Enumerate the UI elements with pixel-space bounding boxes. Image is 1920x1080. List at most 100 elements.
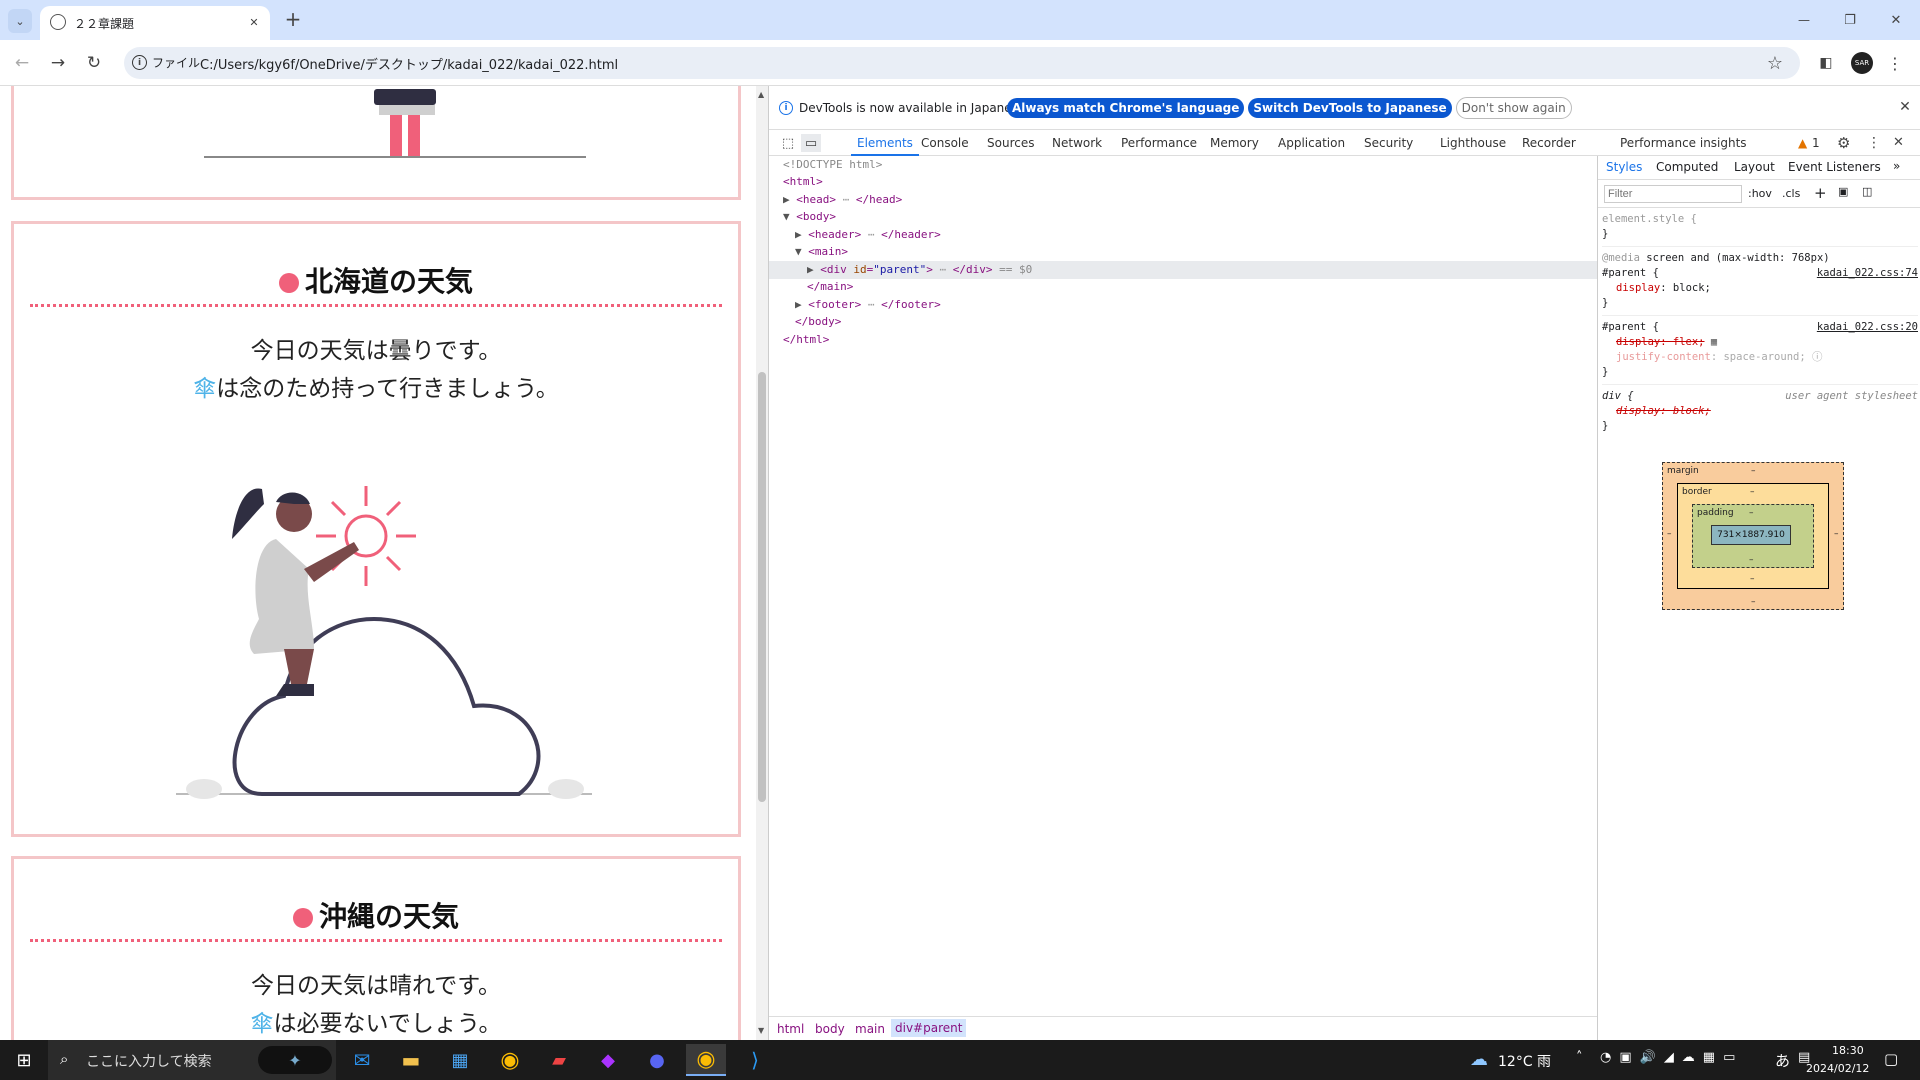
minimize-button[interactable]: — <box>1784 8 1824 32</box>
dom-html-close[interactable]: </html> <box>783 331 829 349</box>
decl-display-block[interactable]: display: block; <box>1602 281 1918 296</box>
dom-html-open[interactable]: <html> <box>783 173 823 191</box>
tab-performance-insights[interactable]: Performance insights <box>1620 130 1747 156</box>
tab-console[interactable]: Console <box>921 130 969 156</box>
dom-main-close[interactable]: </main> <box>807 278 853 296</box>
element-state-icon[interactable]: ▣ <box>1838 185 1848 198</box>
device-toolbar-icon[interactable]: ▭ <box>801 134 821 152</box>
decl-justify-content[interactable]: justify-content: space-around; ⓘ <box>1602 350 1918 365</box>
clock-date[interactable]: 2024/02/12 <box>1806 1062 1869 1075</box>
always-match-language-button[interactable]: Always match Chrome's language <box>1007 98 1245 118</box>
taskbar-search[interactable]: ⌕ ここに入力して検索 ✦ <box>48 1040 336 1080</box>
scroll-down-arrow-icon[interactable]: ▼ <box>758 1026 764 1035</box>
subtab-event-listeners[interactable]: Event Listeners <box>1788 160 1881 174</box>
notification-icon[interactable]: ▢ <box>1884 1050 1898 1068</box>
tab-memory[interactable]: Memory <box>1210 130 1259 156</box>
tab-sources[interactable]: Sources <box>987 130 1034 156</box>
dom-div-parent-selected[interactable]: ▶ <div id="parent"> ⋯ </div> == $0 <box>769 261 1597 279</box>
file-explorer-icon[interactable]: ▬ <box>391 1044 431 1076</box>
crumb-div-parent[interactable]: div#parent <box>891 1019 967 1037</box>
dont-show-again-button[interactable]: Don't show again <box>1455 97 1572 119</box>
new-tab-button[interactable]: + <box>282 7 304 31</box>
bookmark-star-icon[interactable]: ☆ <box>1764 52 1786 74</box>
chrome-icon[interactable]: ◉ <box>490 1044 530 1076</box>
mail-icon[interactable]: ✉ <box>342 1044 382 1076</box>
dom-body-close[interactable]: </body> <box>795 313 841 331</box>
profile-avatar[interactable]: SAR <box>1851 52 1873 74</box>
copilot-icon[interactable]: ✦ <box>258 1046 332 1074</box>
weather-icon[interactable]: ☁ <box>1470 1049 1488 1070</box>
subtab-styles[interactable]: Styles <box>1606 160 1642 174</box>
tab-recorder[interactable]: Recorder <box>1522 130 1576 156</box>
decl-display-flex-overridden[interactable]: display: flex; ▦ <box>1602 335 1918 350</box>
crumb-html[interactable]: html <box>777 1022 804 1036</box>
subtab-computed[interactable]: Computed <box>1656 160 1718 174</box>
dom-body-open[interactable]: ▼ <body> <box>783 208 836 226</box>
tab-network[interactable]: Network <box>1052 130 1102 156</box>
cls-toggle[interactable]: .cls <box>1782 187 1800 200</box>
more-tabs-icon[interactable]: » <box>1893 159 1900 173</box>
box-model-border[interactable]: border – – padding – – 731×1887.910 <box>1677 483 1829 589</box>
rule-parent-media[interactable]: #parent {kadai_022.css:74 <box>1602 266 1918 281</box>
settings-gear-icon[interactable]: ⚙ <box>1837 130 1850 156</box>
windows-start-icon[interactable]: ⊞ <box>4 1044 44 1076</box>
box-model-margin[interactable]: margin – – – – border – – padding – – 73… <box>1662 462 1844 610</box>
url-text[interactable]: C:/Users/kgy6f/OneDrive/デスクトップ/kadai_022… <box>200 54 618 73</box>
address-bar[interactable]: i ファイル C:/Users/kgy6f/OneDrive/デスクトップ/ka… <box>124 47 1800 79</box>
rule-ua-div[interactable]: div {user agent stylesheet <box>1602 384 1918 404</box>
decl-ua-display[interactable]: display: block; <box>1602 404 1918 419</box>
styles-filter-input[interactable] <box>1604 185 1742 203</box>
dom-main-open[interactable]: ▼ <main> <box>795 243 848 261</box>
switch-devtools-japanese-button[interactable]: Switch DevTools to Japanese <box>1248 98 1452 118</box>
rule-parent-base[interactable]: #parent {kadai_022.css:20 <box>1602 315 1918 335</box>
rule-source-link[interactable]: kadai_022.css:74 <box>1817 266 1918 281</box>
crumb-main[interactable]: main <box>855 1022 885 1036</box>
clock-time[interactable]: 18:30 <box>1832 1044 1864 1057</box>
ime-indicator[interactable]: あ <box>1775 1050 1790 1071</box>
dom-header[interactable]: ▶ <header> ⋯ </header> <box>795 226 941 244</box>
media-app-icon[interactable]: ◆ <box>588 1044 628 1076</box>
tray-chevron-icon[interactable]: ˄ <box>1576 1050 1583 1065</box>
file-chip[interactable]: ファイル <box>152 54 200 71</box>
restore-button[interactable]: ❐ <box>1830 8 1870 32</box>
discord-icon[interactable]: ● <box>637 1044 677 1076</box>
app-icon[interactable]: ▰ <box>539 1044 579 1076</box>
tray-icons[interactable]: ◔▣🔊◢☁▦▭ <box>1600 1050 1743 1065</box>
store-icon[interactable]: ▦ <box>440 1044 480 1076</box>
tab-application[interactable]: Application <box>1278 130 1345 156</box>
forward-icon[interactable]: → <box>46 52 70 74</box>
vscode-icon[interactable]: ⟩ <box>735 1044 775 1076</box>
dom-footer[interactable]: ▶ <footer> ⋯ </footer> <box>795 296 941 314</box>
tab-performance[interactable]: Performance <box>1121 130 1197 156</box>
tab-close-icon[interactable]: ✕ <box>246 14 262 30</box>
box-model-padding[interactable]: padding – – 731×1887.910 <box>1692 504 1814 568</box>
flex-editor-icon[interactable]: ▦ <box>1711 336 1717 348</box>
hov-toggle[interactable]: :hov <box>1748 187 1772 200</box>
dom-doctype[interactable]: <!DOCTYPE html> <box>783 156 882 174</box>
info-icon[interactable]: i <box>132 55 147 70</box>
weather-text[interactable]: 12°C 雨 <box>1498 1051 1551 1071</box>
chrome-active-icon[interactable]: ◉ <box>686 1044 726 1076</box>
dom-head[interactable]: ▶ <head> ⋯ </head> <box>783 191 902 209</box>
back-icon[interactable]: ← <box>10 52 34 74</box>
scrollbar-thumb[interactable] <box>758 372 766 802</box>
crumb-body[interactable]: body <box>815 1022 845 1036</box>
inspect-element-icon[interactable]: ⬚ <box>779 134 797 152</box>
rule-source-link[interactable]: kadai_022.css:20 <box>1817 320 1918 335</box>
more-menu-icon[interactable]: ⋮ <box>1887 52 1903 74</box>
scroll-up-arrow-icon[interactable]: ▲ <box>758 90 764 99</box>
warning-icon[interactable]: ▲ <box>1798 130 1807 156</box>
box-model-content[interactable]: 731×1887.910 <box>1711 525 1791 545</box>
tab-security[interactable]: Security <box>1364 130 1413 156</box>
tab-search-chevron-icon[interactable]: ⌄ <box>8 9 32 33</box>
new-rule-icon[interactable]: + <box>1814 184 1827 202</box>
reload-icon[interactable]: ↻ <box>82 52 106 74</box>
tab-elements[interactable]: Elements <box>851 130 919 156</box>
subtab-layout[interactable]: Layout <box>1734 160 1775 174</box>
infobar-close-icon[interactable]: ✕ <box>1897 98 1913 116</box>
rule-element-style[interactable]: element.style { <box>1602 212 1918 227</box>
warning-count[interactable]: 1 <box>1812 130 1820 156</box>
page-scrollbar[interactable]: ▲ ▼ <box>756 86 768 1040</box>
computed-sidebar-icon[interactable]: ◫ <box>1862 185 1872 198</box>
tab-lighthouse[interactable]: Lighthouse <box>1440 130 1506 156</box>
